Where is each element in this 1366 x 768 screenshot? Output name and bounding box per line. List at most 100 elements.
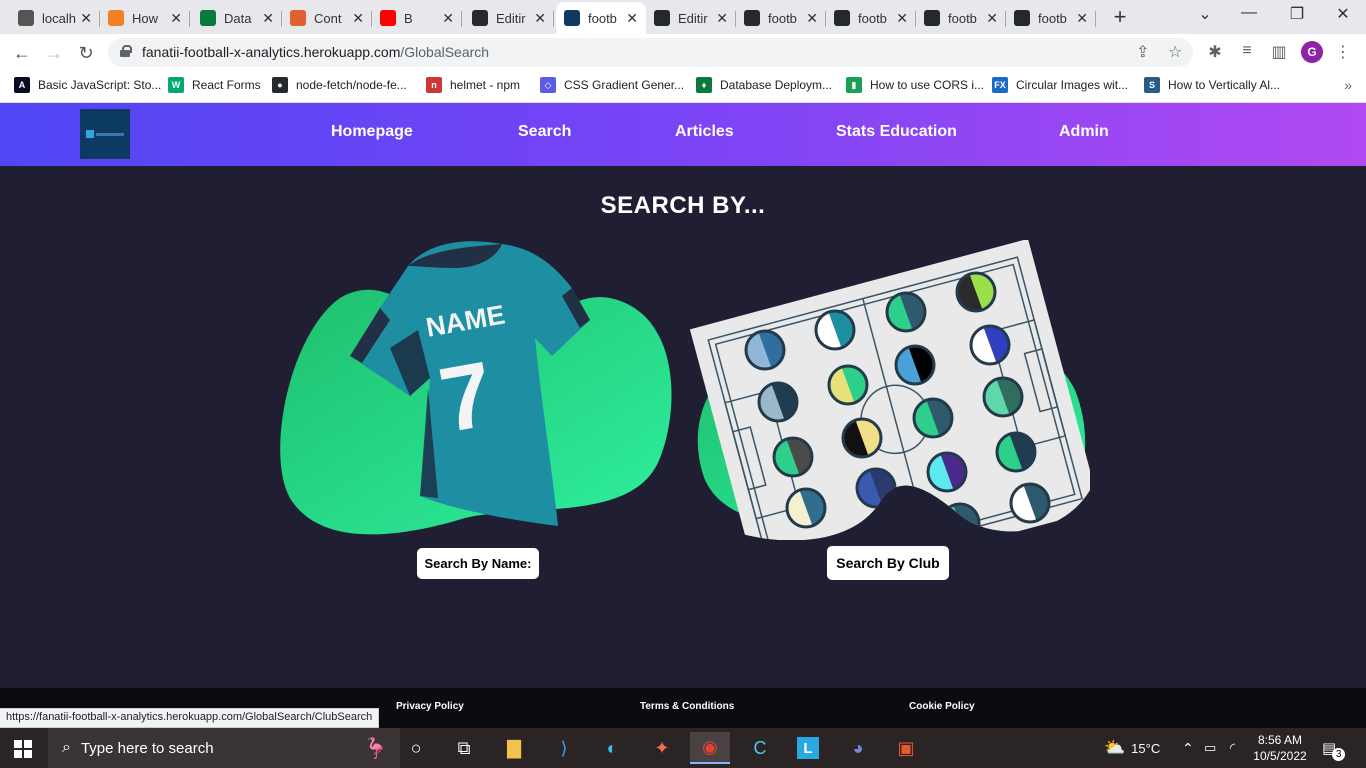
notifications-icon[interactable]: ▤ 3	[1322, 728, 1346, 768]
chrome-taskbar-icon[interactable]: ◉	[690, 732, 730, 764]
bookmark-item[interactable]: n helmet - npm	[426, 77, 520, 93]
bookmark-label: How to Vertically Al...	[1168, 78, 1281, 92]
footer-privacy-policy[interactable]: Privacy Policy	[396, 701, 464, 712]
tray-overflow-icon[interactable]: ⌃	[1182, 728, 1194, 768]
address-url[interactable]: fanatii-football-x-analytics.herokuapp.c…	[142, 44, 489, 60]
clock-time: 8:56 AM	[1257, 733, 1303, 747]
windows-start-icon[interactable]	[14, 740, 32, 758]
nav-search[interactable]: Search	[518, 123, 571, 141]
browser-tab[interactable]: Cont ✕	[282, 4, 372, 32]
bookmark-favicon-icon: ▮	[846, 77, 862, 93]
chrome-menu-icon[interactable]: ⋮	[1332, 42, 1354, 62]
link-status-bubble: https://fanatii-football-x-analytics.her…	[0, 708, 380, 728]
tab-close-icon[interactable]: ✕	[626, 10, 638, 27]
browser-tab[interactable]: localhost✕	[10, 4, 100, 32]
close-window-button[interactable]: ✕	[1328, 4, 1358, 24]
weather-widget[interactable]: ⛅ 15°C	[1104, 728, 1160, 768]
tab-close-icon[interactable]: ✕	[534, 10, 546, 27]
browser-tab[interactable]: footb ✕	[1006, 4, 1096, 32]
reload-button[interactable]: ↻	[74, 41, 98, 65]
browser-tab[interactable]: B ✕	[372, 4, 462, 32]
footer-terms-conditions[interactable]: Terms & Conditions	[640, 701, 734, 712]
tab-close-icon[interactable]: ✕	[896, 10, 908, 27]
lenovo-icon[interactable]: L	[788, 732, 828, 764]
wifi-icon[interactable]: ◜	[1230, 728, 1235, 768]
taskbar-search-placeholder: Type here to search	[80, 739, 214, 757]
bookmark-label: Basic JavaScript: Sto...	[38, 78, 162, 92]
tab-search-icon[interactable]: ⌄	[1190, 4, 1220, 24]
new-tab-button[interactable]: +	[1108, 6, 1132, 30]
task-view-icon[interactable]: ⧉	[444, 732, 484, 764]
bookmark-item[interactable]: ● node-fetch/node-fe...	[272, 77, 407, 93]
main-content: SEARCH BY... NAME 7 Search By Name: Sear…	[0, 166, 1366, 688]
search-by-name-button[interactable]: Search By Name:	[417, 548, 539, 579]
footer-cookie-policy[interactable]: Cookie Policy	[909, 701, 975, 712]
github-icon	[1014, 10, 1030, 26]
bookmarks-overflow-icon[interactable]: »	[1344, 77, 1352, 93]
edge-icon[interactable]: ◐	[592, 732, 632, 764]
browser-tab[interactable]: footb ✕	[916, 4, 1006, 32]
nav-homepage[interactable]: Homepage	[331, 123, 413, 141]
stackoverflow-icon	[108, 10, 124, 26]
bookmark-item[interactable]: ♦ Database Deploym...	[696, 77, 832, 93]
club-illustration[interactable]	[690, 240, 1090, 540]
bookmark-favicon-icon: ◇	[540, 77, 556, 93]
lock-icon	[120, 45, 132, 57]
bookmark-star-icon[interactable]: ☆	[1168, 42, 1182, 62]
battery-icon[interactable]: ▭	[1204, 728, 1216, 768]
jersey-illustration[interactable]: NAME 7	[280, 238, 680, 548]
office-icon[interactable]: ▣	[886, 732, 926, 764]
discord-icon[interactable]: ◕	[838, 732, 878, 764]
tab-close-icon[interactable]: ✕	[262, 10, 274, 27]
bookmark-label: node-fetch/node-fe...	[296, 78, 407, 92]
vscode-icon[interactable]: ⟩	[544, 732, 584, 764]
nav-articles[interactable]: Articles	[675, 123, 734, 141]
file-explorer-icon[interactable]: ▇	[494, 732, 534, 764]
figma-icon[interactable]: ✦	[642, 732, 682, 764]
browser-tab[interactable]: Editir ✕	[646, 4, 736, 32]
tab-close-icon[interactable]: ✕	[1076, 10, 1088, 27]
browser-tab[interactable]: footb ✕	[826, 4, 916, 32]
address-bar[interactable]: fanatii-football-x-analytics.herokuapp.c…	[108, 38, 1193, 67]
extensions-icon[interactable]: ✱	[1204, 42, 1226, 62]
restore-button[interactable]: ❐	[1282, 4, 1312, 24]
share-icon[interactable]: ⇪	[1136, 42, 1149, 62]
site-logo[interactable]	[80, 109, 130, 159]
bookmark-item[interactable]: ▮ How to use CORS i...	[846, 77, 984, 93]
taskbar-clock[interactable]: 8:56 AM 10/5/2022	[1252, 732, 1308, 764]
bookmark-item[interactable]: S How to Vertically Al...	[1144, 77, 1280, 93]
tab-close-icon[interactable]: ✕	[986, 10, 998, 27]
browser-tab[interactable]: How ✕	[100, 4, 190, 32]
tab-close-icon[interactable]: ✕	[806, 10, 818, 27]
nav-stats-education[interactable]: Stats Education	[836, 123, 957, 141]
bookmark-item[interactable]: A Basic JavaScript: Sto...	[14, 77, 161, 93]
browser-tab[interactable]: footb ✕	[736, 4, 826, 32]
minimize-button[interactable]: —	[1234, 4, 1264, 22]
browser-toolbar: ← → ↻ fanatii-football-x-analytics.herok…	[0, 34, 1366, 71]
weather-temperature: 15°C	[1131, 740, 1161, 756]
tab-close-icon[interactable]: ✕	[442, 10, 454, 27]
weather-cloud-sun-icon: ⛅	[1104, 738, 1126, 757]
github-icon	[744, 10, 760, 26]
bookmark-item[interactable]: FX Circular Images wit...	[992, 77, 1128, 93]
bookmark-label: React Forms	[192, 78, 261, 92]
browser-tab[interactable]: Data ✕	[192, 4, 282, 32]
tab-close-icon[interactable]: ✕	[170, 10, 182, 27]
tab-close-icon[interactable]: ✕	[80, 10, 92, 27]
media-control-icon[interactable]: ≡	[1236, 42, 1258, 60]
back-button[interactable]: ←	[10, 41, 34, 65]
forward-button[interactable]: →	[42, 41, 66, 65]
tab-close-icon[interactable]: ✕	[716, 10, 728, 27]
taskbar-search-box[interactable]: ⌕ Type here to search 🦩	[48, 728, 400, 768]
side-panel-icon[interactable]: ▥	[1268, 42, 1290, 62]
cortana-icon[interactable]: ○	[396, 732, 436, 764]
browser-tab[interactable]: footb ✕	[556, 2, 646, 34]
bookmark-item[interactable]: ◇ CSS Gradient Gener...	[540, 77, 684, 93]
profile-avatar[interactable]: G	[1301, 41, 1323, 63]
search-by-club-button[interactable]: Search By Club	[827, 546, 949, 580]
tab-close-icon[interactable]: ✕	[352, 10, 364, 27]
bookmark-item[interactable]: W React Forms	[168, 77, 261, 93]
canva-icon[interactable]: C	[740, 732, 780, 764]
browser-tab[interactable]: Editir ✕	[464, 4, 554, 32]
nav-admin[interactable]: Admin	[1059, 123, 1109, 141]
